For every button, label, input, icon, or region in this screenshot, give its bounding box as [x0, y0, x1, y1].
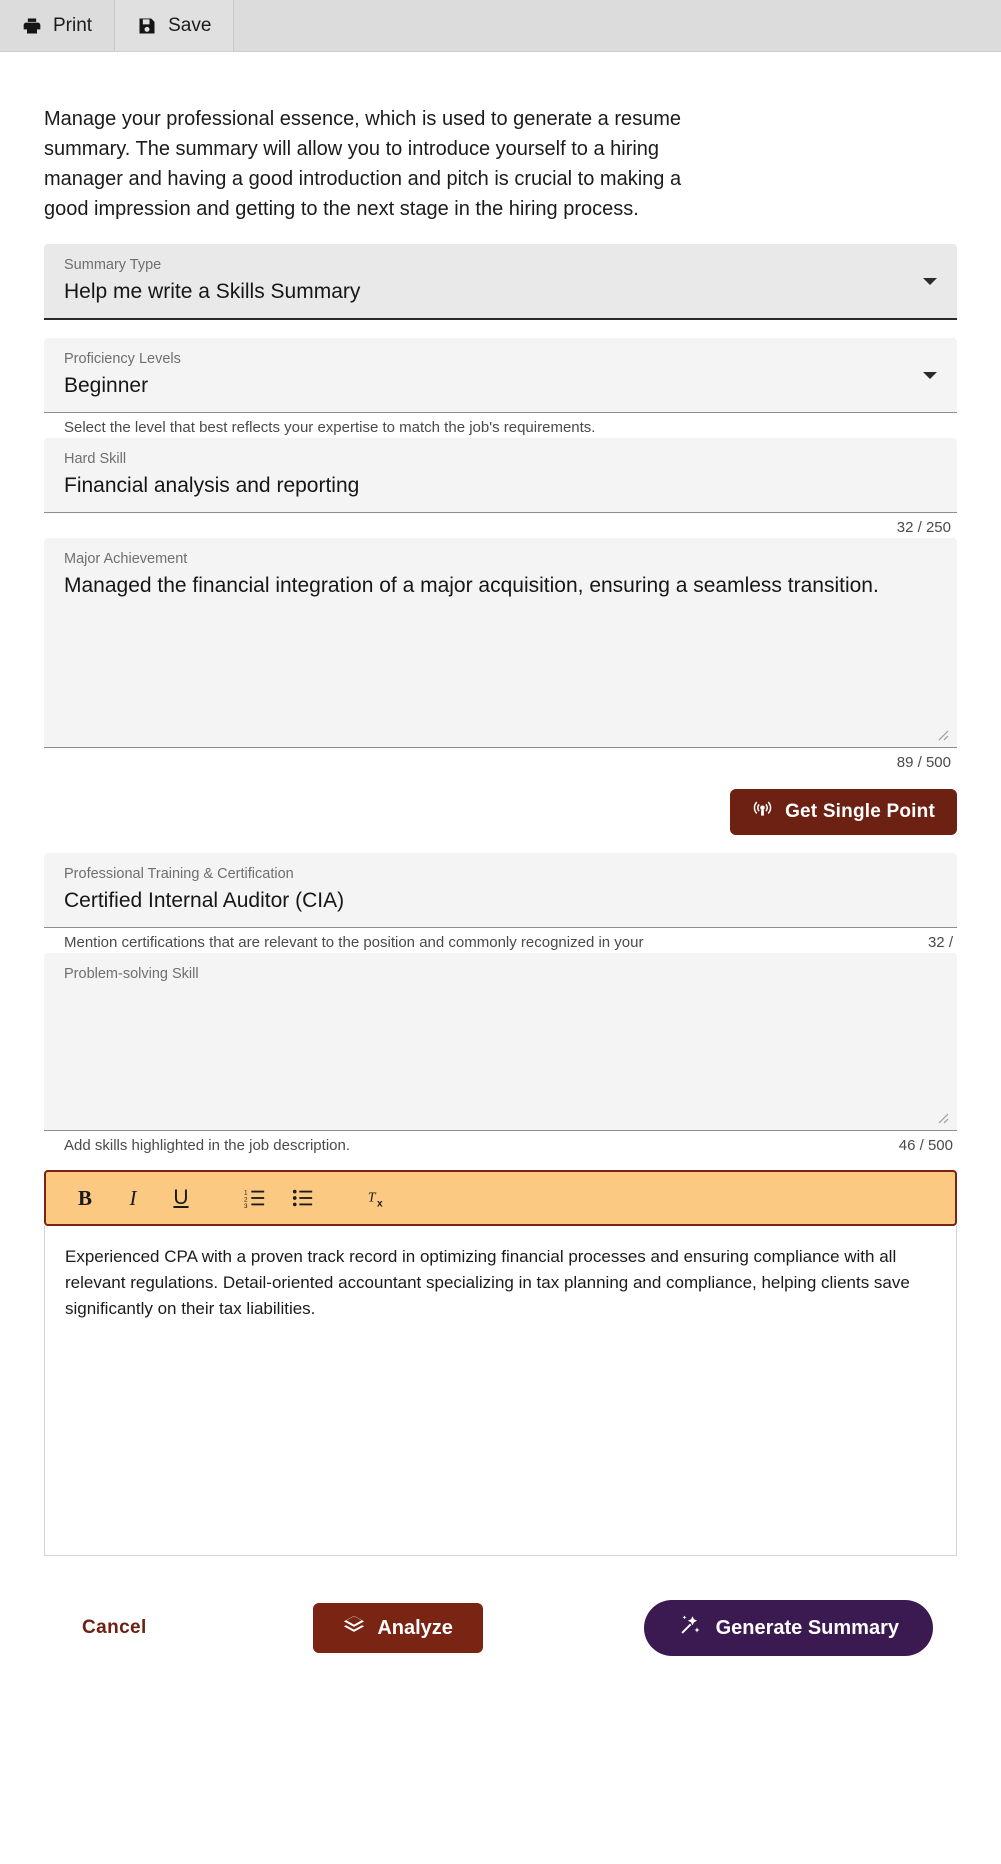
hard-skill-value: Financial analysis and reporting	[64, 474, 360, 497]
bold-icon[interactable]: B	[64, 1177, 106, 1219]
major-achievement-label: Major Achievement	[64, 551, 188, 567]
major-achievement-textarea[interactable]: Major Achievement Managed the financial …	[44, 538, 957, 748]
professional-training-counter: 32 /	[927, 934, 953, 951]
resize-handle-icon[interactable]	[935, 1110, 949, 1124]
cancel-label: Cancel	[82, 1617, 147, 1638]
problem-solving-skill-label: Problem-solving Skill	[64, 966, 199, 982]
svg-text:x: x	[377, 1198, 383, 1209]
layers-icon	[343, 1614, 365, 1642]
italic-icon[interactable]: I	[112, 1177, 154, 1219]
professional-training-helper-row: Mention certifications that are relevant…	[44, 928, 957, 953]
get-single-point-label: Get Single Point	[785, 801, 935, 822]
major-achievement-counter: 89 / 500	[896, 754, 951, 771]
intro-description: Manage your professional essence, which …	[44, 108, 682, 220]
printer-icon	[22, 16, 42, 36]
clear-format-icon[interactable]: T x	[356, 1177, 398, 1219]
summary-type-label: Summary Type	[64, 257, 162, 273]
top-toolbar: Print Save	[0, 0, 1001, 52]
proficiency-levels-select[interactable]: Proficiency Levels Beginner	[44, 338, 957, 413]
proficiency-helper-text: Select the level that best reflects your…	[64, 419, 596, 436]
problem-solving-counter: 46 / 500	[898, 1137, 953, 1154]
single-point-row: Get Single Point	[44, 789, 957, 835]
broadcast-icon	[752, 799, 773, 826]
rich-text-toolbar: B I U 1 2 3 T x	[44, 1170, 957, 1226]
generate-summary-button[interactable]: Generate Summary	[643, 1600, 933, 1656]
summary-type-value: Help me write a Skills Summary	[64, 280, 361, 303]
proficiency-levels-label: Proficiency Levels	[64, 351, 181, 367]
print-button[interactable]: Print	[0, 0, 114, 51]
hard-skill-counter-row: 32 / 250	[44, 513, 957, 538]
hard-skill-input[interactable]: Hard Skill Financial analysis and report…	[44, 438, 957, 513]
rich-text-content[interactable]: Experienced CPA with a proven track reco…	[44, 1226, 957, 1556]
hard-skill-counter: 32 / 250	[896, 519, 951, 536]
analyze-button[interactable]: Analyze	[313, 1603, 483, 1653]
get-single-point-button[interactable]: Get Single Point	[730, 789, 957, 835]
svg-text:T: T	[368, 1190, 377, 1205]
problem-solving-skill-textarea[interactable]: Problem-solving Skill	[44, 953, 957, 1131]
print-label: Print	[53, 14, 93, 36]
professional-training-value: Certified Internal Auditor (CIA)	[64, 889, 345, 912]
hard-skill-label: Hard Skill	[64, 451, 127, 467]
floppy-disk-icon	[137, 16, 157, 36]
major-achievement-counter-row: 89 / 500	[44, 748, 957, 773]
svg-text:1: 1	[244, 1189, 248, 1196]
rich-text-editor: B I U 1 2 3 T x Experienced CPA with a p…	[44, 1170, 957, 1556]
chevron-down-icon[interactable]	[923, 278, 937, 285]
underline-icon[interactable]: U	[160, 1177, 202, 1219]
proficiency-helper-row: Select the level that best reflects your…	[44, 413, 957, 438]
summary-type-select[interactable]: Summary Type Help me write a Skills Summ…	[44, 244, 957, 320]
resize-handle-icon[interactable]	[935, 727, 949, 741]
professional-training-helper-text: Mention certifications that are relevant…	[64, 934, 644, 951]
magic-wand-icon	[678, 1613, 702, 1643]
problem-solving-helper-text: Add skills highlighted in the job descri…	[64, 1137, 351, 1154]
professional-training-label: Professional Training & Certification	[64, 866, 294, 882]
analyze-label: Analyze	[377, 1616, 453, 1639]
form-page: Manage your professional essence, which …	[0, 104, 1001, 1656]
major-achievement-value: Managed the financial integration of a m…	[64, 574, 879, 597]
save-button[interactable]: Save	[114, 0, 235, 51]
cancel-button[interactable]: Cancel	[76, 1616, 153, 1640]
generate-summary-label: Generate Summary	[715, 1616, 899, 1639]
problem-solving-skill-value	[64, 986, 941, 1104]
underline-glyph: U	[173, 1186, 189, 1209]
italic-glyph: I	[129, 1185, 137, 1210]
bulleted-list-icon[interactable]	[282, 1177, 324, 1219]
proficiency-levels-value: Beginner	[64, 374, 149, 397]
svg-text:3: 3	[244, 1203, 248, 1209]
footer-actions: Cancel Analyze Generate Summary	[44, 1600, 957, 1656]
chevron-down-icon[interactable]	[923, 372, 937, 379]
professional-training-input[interactable]: Professional Training & Certification Ce…	[44, 853, 957, 928]
numbered-list-icon[interactable]: 1 2 3	[234, 1177, 276, 1219]
bold-glyph: B	[77, 1185, 92, 1210]
problem-solving-helper-row: Add skills highlighted in the job descri…	[44, 1131, 957, 1156]
save-label: Save	[168, 14, 212, 36]
